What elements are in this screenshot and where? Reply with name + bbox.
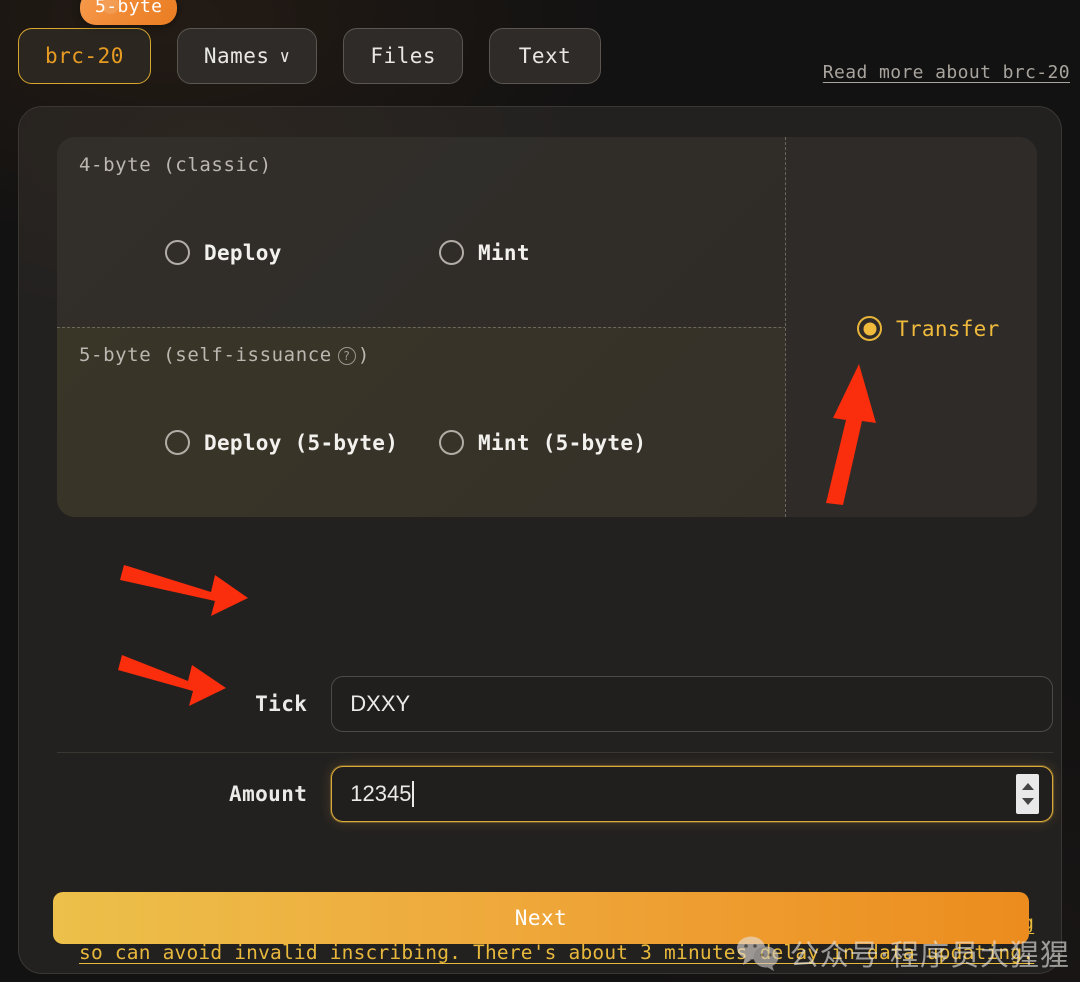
amount-input-value: 12345 (350, 781, 412, 806)
amount-label: Amount (229, 782, 308, 806)
tab-names[interactable]: Names ∨ (176, 28, 318, 84)
inscribe-card: 4-byte (classic) 5-byte (self-issuance ?… (18, 106, 1062, 974)
text-caret (412, 781, 415, 807)
tick-field-row: Tick DXXY (215, 676, 1053, 732)
tab-label: Files (370, 44, 437, 68)
tick-input[interactable]: DXXY (331, 676, 1053, 732)
tab-label: brc-20 (45, 44, 124, 68)
amount-input[interactable]: 12345 (331, 766, 1053, 822)
vertical-dashed-divider (785, 137, 786, 517)
tab-brc-20[interactable]: 5-byte brc-20 (18, 0, 178, 84)
radio-indicator (165, 430, 190, 455)
section-divider (57, 752, 1053, 753)
radio-label: Mint (5-byte) (478, 430, 647, 455)
tab-bar: 5-byte brc-20 Names ∨ Files Text (18, 0, 602, 84)
chevron-down-icon: ∨ (279, 46, 291, 67)
tab-badge-5-byte: 5-byte (80, 0, 178, 25)
mode-selection-panel: 4-byte (classic) 5-byte (self-issuance ?… (57, 137, 1037, 517)
amount-stepper[interactable] (1016, 774, 1039, 814)
radio-mint-5-byte[interactable]: Mint (5-byte) (439, 430, 646, 455)
tab-label: Names (203, 44, 270, 68)
radio-mint[interactable]: Mint (439, 240, 530, 265)
stepper-up-icon[interactable] (1021, 782, 1034, 790)
tick-label: Tick (255, 692, 308, 716)
tab-files[interactable]: Files (343, 28, 464, 84)
help-circle-icon[interactable]: ? (337, 347, 356, 365)
read-more-link[interactable]: Read more about brc-20 (823, 62, 1070, 83)
radio-transfer[interactable]: Transfer (857, 316, 1000, 341)
radio-label: Transfer (896, 316, 1000, 341)
radio-indicator (439, 430, 464, 455)
amount-field-row: Amount 12345 (215, 766, 1053, 822)
radio-label: Deploy (5-byte) (204, 430, 399, 455)
tab-text[interactable]: Text (489, 28, 602, 84)
classic-section-title: 4-byte (classic) (79, 154, 272, 176)
radio-label: Deploy (204, 240, 282, 265)
watermark: 公众号·程序员大猩猩 (736, 932, 1070, 974)
wechat-icon (736, 936, 779, 971)
radio-indicator (165, 240, 190, 265)
radio-label: Mint (478, 240, 530, 265)
stepper-down-icon[interactable] (1021, 798, 1034, 806)
radio-indicator (439, 240, 464, 265)
watermark-text: 公众号·程序员大猩猩 (789, 938, 1070, 972)
radio-deploy-5-byte[interactable]: Deploy (5-byte) (165, 430, 398, 455)
radio-indicator (857, 316, 882, 341)
radio-deploy[interactable]: Deploy (165, 240, 282, 265)
tick-input-value: DXXY (350, 691, 411, 716)
five-byte-section-title: 5-byte (self-issuance ? ) (79, 344, 370, 366)
tab-label: Text (518, 44, 572, 68)
